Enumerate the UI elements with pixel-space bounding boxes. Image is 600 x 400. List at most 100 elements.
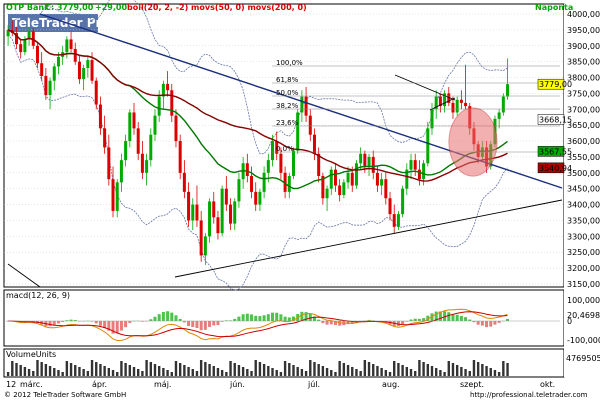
volume-bar — [443, 372, 446, 376]
volume-bar — [262, 364, 266, 376]
candle-body — [271, 141, 275, 161]
macd-hist-bar — [56, 321, 60, 324]
x-tick-label: aug. — [382, 380, 400, 389]
macd-hist-bar — [300, 311, 304, 321]
macd-hist-bar — [493, 321, 497, 325]
macd-tick-label: 100,0000 — [567, 296, 600, 305]
macd-hist-bar — [279, 314, 283, 321]
macd-hist-bar — [52, 321, 56, 325]
candle — [178, 134, 182, 180]
stock-chart: OTP Bank C: 3779,00 +29,00 boll(20, 2, -… — [3, 0, 600, 399]
candle-body — [77, 61, 81, 80]
y-tick-label: 3350,00 — [567, 216, 600, 225]
volume-tick: 4769505 — [566, 354, 600, 363]
x-tick-label: ápr. — [92, 380, 107, 389]
candle-body — [103, 128, 107, 148]
candle-body — [308, 115, 312, 135]
macd-hist-bar — [497, 321, 501, 323]
candle-body — [94, 80, 98, 105]
volume-bar — [296, 367, 299, 376]
macd-hist-bar — [199, 321, 203, 331]
macd-hist-bar — [258, 316, 262, 321]
fib-label: 50,0% — [276, 89, 299, 97]
volume-bar — [300, 369, 304, 376]
volume-bar — [451, 363, 455, 376]
candle-body — [300, 96, 304, 113]
macd-hist-bar — [455, 314, 459, 321]
candle-body — [371, 156, 375, 173]
volume-bar — [455, 365, 459, 376]
macd-hist-bar — [245, 313, 249, 321]
macd-hist-bar — [254, 315, 258, 321]
volume-bar — [460, 367, 463, 376]
volume-bar — [27, 369, 31, 376]
volume-bar — [111, 370, 115, 376]
header-symbol: OTP Bank — [6, 3, 50, 12]
macd-hist-bar — [153, 316, 157, 321]
volume-bar — [481, 364, 484, 376]
volume-bar — [409, 369, 413, 376]
candle-body — [497, 112, 501, 119]
macd-hist-bar — [489, 321, 493, 327]
candle-body — [266, 160, 270, 173]
candle-body — [174, 115, 178, 142]
price-marker-label: 3567,55 — [539, 147, 572, 156]
volume-bar — [153, 364, 157, 376]
volume-bar — [355, 369, 358, 376]
fib-label: 23,6% — [276, 119, 299, 127]
candle-body — [312, 134, 316, 154]
candle — [501, 93, 505, 116]
volume-bar — [233, 363, 236, 376]
macd-hist-bar — [464, 317, 468, 321]
volume-bar — [128, 365, 132, 376]
volume-bar — [506, 363, 509, 376]
x-tick-label: 12 — [6, 380, 16, 389]
candle-body — [119, 160, 123, 183]
volume-bar — [78, 367, 81, 376]
candle-body — [115, 182, 119, 211]
candle-body — [220, 188, 224, 234]
y-tick-label: 3900,00 — [567, 42, 600, 51]
candle-body — [44, 75, 48, 95]
y-tick-label: 3150,00 — [567, 280, 600, 289]
candle-body — [329, 169, 333, 189]
macd-hist-bar — [241, 314, 245, 321]
volume-bar — [107, 368, 111, 376]
volume-bar — [124, 363, 127, 376]
candle-body — [170, 90, 174, 116]
volume-bar — [384, 370, 388, 376]
candle-body — [153, 115, 157, 135]
macd-tick-label: -100,0000 — [567, 336, 600, 345]
volume-bar — [120, 361, 123, 376]
volume-bar — [313, 362, 316, 376]
price-marker-label: 3668,15 — [539, 115, 572, 124]
candle-body — [98, 104, 102, 129]
macd-hist-bar — [166, 311, 170, 321]
volume-bar — [464, 369, 467, 376]
x-tick-label: szept. — [460, 380, 484, 389]
volume-bar — [367, 362, 371, 376]
candle-body — [254, 191, 258, 205]
candle-body — [363, 153, 367, 167]
volume-bar — [342, 363, 346, 376]
volume-bar — [74, 365, 77, 376]
x-tick-label: máj. — [154, 380, 171, 389]
volume-bar — [351, 367, 354, 376]
volume-bar — [401, 365, 404, 376]
x-tick-label: okt. — [540, 380, 555, 389]
volume-bar — [393, 361, 396, 376]
candle-body — [208, 201, 212, 237]
macd-hist-bar — [459, 315, 463, 321]
candle-body — [124, 141, 128, 161]
candle-body — [145, 160, 149, 173]
macd-hist-bar — [195, 321, 199, 329]
header-studies: boll(20, 2, -2) movs(50, 0) movs(200, 0) — [127, 3, 307, 12]
macd-hist-bar — [48, 321, 52, 327]
x-tick-label: jún. — [229, 380, 245, 389]
volume-bar — [426, 364, 429, 376]
candle-body — [237, 179, 241, 202]
volume-bar — [493, 370, 497, 376]
candle-body — [216, 217, 220, 234]
macd-hist-bar — [237, 316, 241, 321]
candle-body — [501, 96, 505, 113]
